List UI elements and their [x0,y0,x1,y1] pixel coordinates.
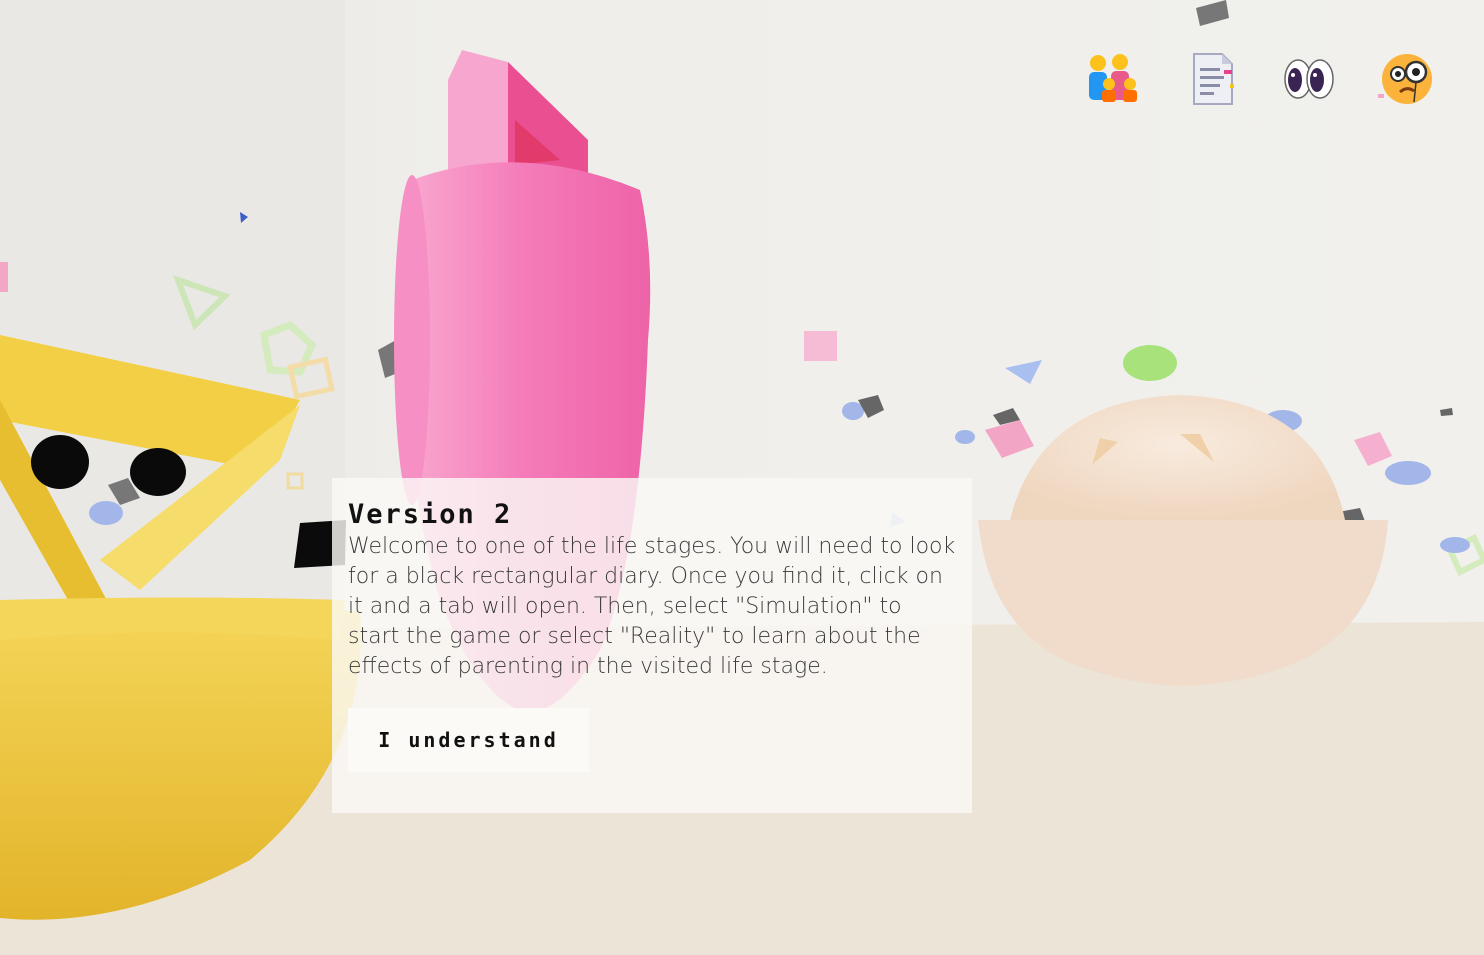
dialog-title: Version 2 [348,499,513,530]
document-icon[interactable] [1182,50,1240,108]
eyes-icon[interactable] [1280,50,1338,108]
family-icon[interactable] [1084,50,1142,108]
top-toolbar [1084,50,1436,108]
right-eye [130,448,186,496]
left-eye [31,435,89,489]
intro-dialog: Version 2 Welcome to one of the life sta… [332,478,972,813]
face-with-monocle-icon[interactable] [1378,50,1436,108]
understand-button[interactable]: I understand [348,708,589,772]
dialog-body: Welcome to one of the life stages. You w… [348,534,956,679]
